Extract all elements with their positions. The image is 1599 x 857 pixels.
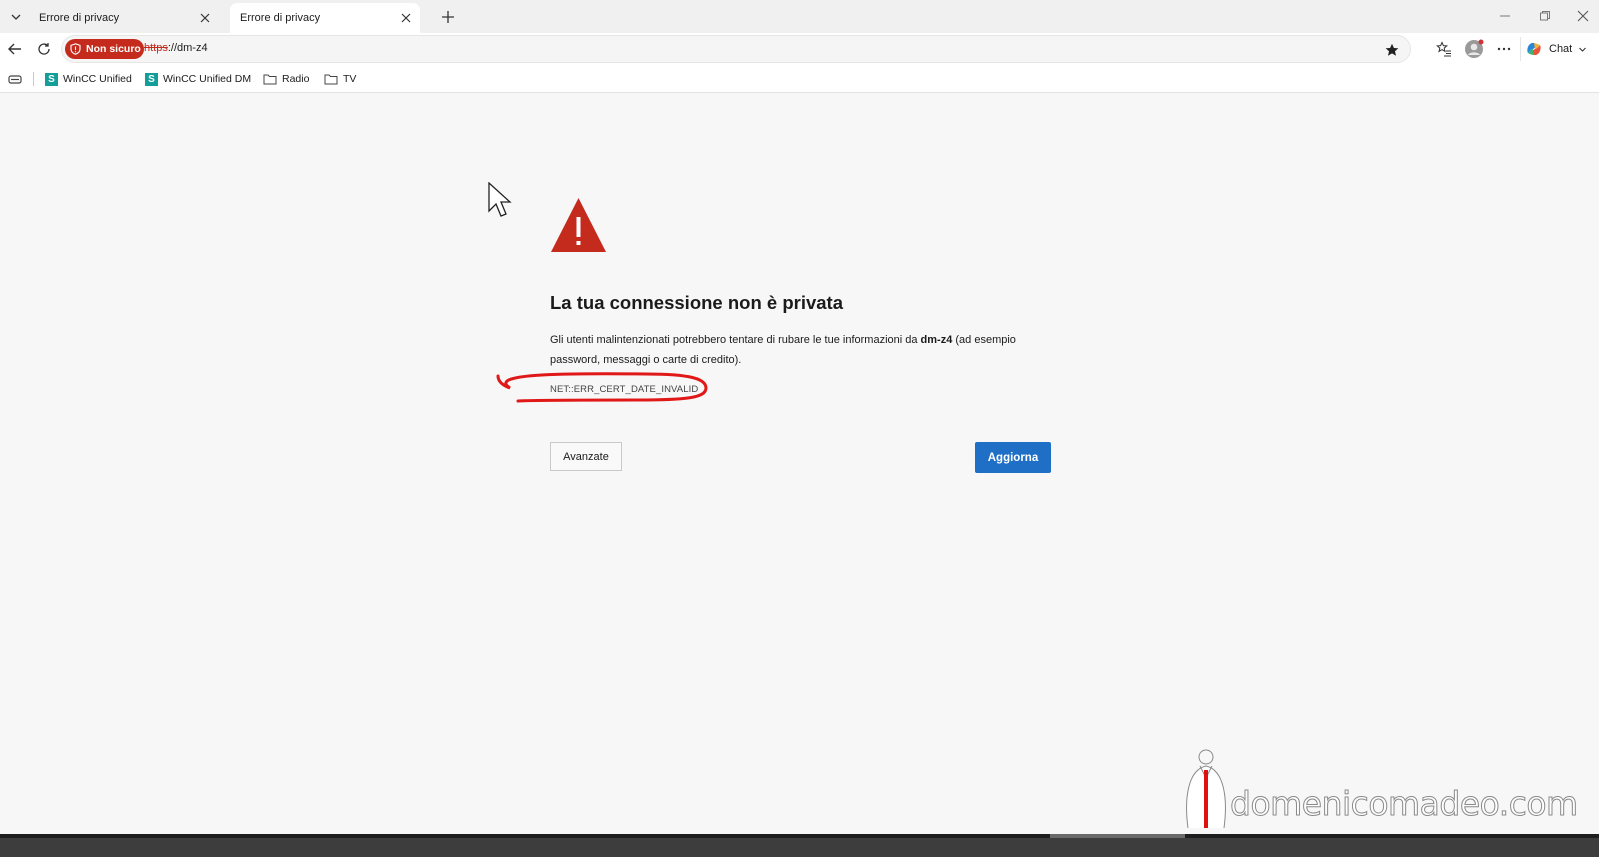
folder-icon	[263, 74, 277, 85]
favorite-wincc-unified-dm[interactable]: S WinCC Unified DM	[145, 70, 251, 88]
tab-list-button[interactable]	[5, 6, 27, 28]
profile-button[interactable]	[1462, 37, 1486, 61]
tab-title: Errore di privacy	[39, 12, 120, 24]
advanced-button[interactable]: Avanzate	[550, 442, 622, 471]
browser-toolbar: Non sicuro https://dm-z4 Chat	[0, 33, 1599, 65]
description-text: Gli utenti malintenzionati potrebbero te…	[550, 334, 921, 346]
arrow-left-icon	[8, 43, 21, 55]
favorite-star-button[interactable]	[1382, 40, 1402, 60]
red-annotation-circle	[496, 372, 708, 403]
chevron-down-icon	[1579, 47, 1587, 52]
close-icon	[401, 13, 411, 23]
restore-button[interactable]	[1530, 5, 1560, 27]
back-button[interactable]	[3, 37, 27, 61]
tab-close-button[interactable]	[197, 10, 213, 26]
watermark-text: domenicomadeo.com	[1230, 784, 1579, 824]
shield-warning-icon	[70, 43, 81, 55]
page-title: La tua connessione non è privata	[550, 292, 843, 313]
minimize-button[interactable]	[1490, 5, 1520, 27]
tab-inactive[interactable]: Errore di privacy	[29, 3, 219, 33]
taskbar-highlight	[1050, 834, 1185, 838]
tab-close-button[interactable]	[398, 10, 414, 26]
reload-button[interactable]: Aggiorna	[975, 442, 1051, 473]
favorite-folder-radio[interactable]: Radio	[263, 70, 309, 88]
close-icon	[200, 13, 210, 23]
mouse-cursor-icon	[488, 182, 512, 217]
favorite-label: WinCC Unified DM	[163, 73, 252, 85]
tab-strip: Errore di privacy Errore di privacy	[0, 0, 1599, 33]
star-icon	[1385, 43, 1399, 56]
plus-icon	[442, 11, 454, 23]
close-icon	[1577, 10, 1589, 22]
tab-title: Errore di privacy	[240, 12, 321, 24]
error-description: Gli utenti malintenzionati potrebbero te…	[550, 330, 1020, 370]
favorite-label: TV	[343, 73, 357, 85]
security-badge-label: Non sicuro	[86, 43, 141, 55]
not-secure-badge[interactable]: Non sicuro	[65, 39, 144, 59]
url-host: ://dm-z4	[167, 42, 208, 54]
favorites-list-icon	[1436, 41, 1451, 57]
favorites-bar: S WinCC Unified S WinCC Unified DM Radio…	[0, 65, 1599, 93]
host-name: dm-z4	[920, 334, 953, 346]
error-page-content	[1, 93, 1598, 834]
s-app-icon: S	[45, 72, 58, 86]
collections-icon	[8, 75, 22, 84]
s-app-icon: S	[145, 72, 158, 86]
refresh-icon	[38, 43, 50, 55]
favorite-wincc-unified[interactable]: S WinCC Unified	[45, 70, 132, 88]
warning-triangle-icon	[551, 198, 606, 252]
copilot-chat-button[interactable]: Chat	[1520, 37, 1595, 61]
favorites-separator	[33, 72, 34, 86]
refresh-button[interactable]	[32, 37, 56, 61]
new-tab-button[interactable]	[436, 5, 460, 29]
restore-icon	[1540, 11, 1550, 21]
taskbar	[0, 834, 1599, 857]
favorite-folder-tv[interactable]: TV	[324, 70, 356, 88]
url-text[interactable]: https://dm-z4	[144, 42, 208, 54]
close-window-button[interactable]	[1568, 5, 1598, 27]
favorite-label: Radio	[282, 73, 310, 85]
collections-button[interactable]	[8, 70, 22, 88]
more-options-button[interactable]	[1492, 37, 1516, 61]
tab-active[interactable]: Errore di privacy	[230, 3, 420, 33]
favorites-button[interactable]	[1432, 37, 1456, 61]
favorite-label: WinCC Unified	[63, 73, 132, 85]
folder-icon	[324, 74, 338, 85]
address-bar[interactable]: Non sicuro https://dm-z4	[61, 35, 1411, 63]
copilot-icon	[1527, 42, 1541, 56]
ellipsis-icon	[1497, 47, 1511, 51]
url-scheme: https	[144, 42, 168, 54]
minimize-icon	[1500, 15, 1510, 17]
chat-label: Chat	[1549, 43, 1573, 55]
chevron-down-icon	[11, 14, 21, 20]
avatar-icon	[1465, 39, 1484, 58]
